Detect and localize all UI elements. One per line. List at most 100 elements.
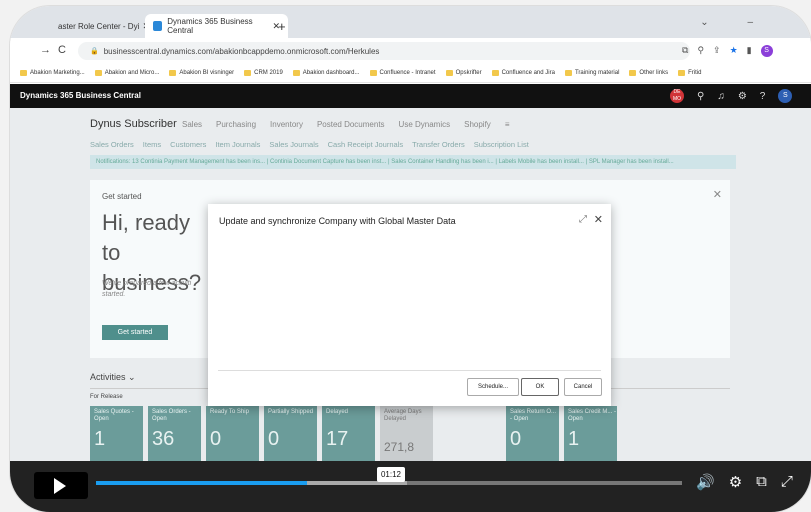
nav-item[interactable]: Sales [182, 120, 202, 129]
cue-tile[interactable]: Ready To Ship 0 [206, 406, 259, 468]
sidepanel-icon[interactable]: ▮ [747, 45, 752, 57]
activities-heading[interactable]: Activities ⌄ [90, 372, 136, 383]
bookmark-label: Abakion dashboard... [302, 70, 360, 76]
time-tooltip: 01:12 [376, 467, 405, 482]
tile-value: 271,8 [384, 440, 415, 454]
app-bar-icons: DE MO ⚲ ♫ ⚙ ? S [670, 89, 793, 103]
profile-avatar[interactable]: S [760, 45, 773, 57]
nav-item[interactable]: Shopify [464, 120, 491, 129]
address-actions: ⧉ ⚲ ⇪ ★ ▮ S [682, 45, 773, 57]
subnav-item[interactable]: Transfer Orders [412, 140, 465, 149]
browser-tab-inactive[interactable]: aster Role Center - Dyi ✕ [50, 14, 158, 38]
tile-value: 36 [152, 428, 175, 450]
subnav-item[interactable]: Sales Journals [269, 140, 318, 149]
bell-icon[interactable]: ♫ [717, 91, 725, 102]
tile-label: Sales Credit M... - Open [568, 409, 617, 422]
nav-item[interactable]: Use Dynamics [399, 120, 451, 129]
bookmark-label: Opskrifter [455, 70, 482, 76]
folder-icon [169, 70, 177, 76]
subnav-item[interactable]: Sales Orders [90, 140, 134, 149]
reload-icon[interactable]: C [58, 44, 66, 56]
tab-label: Dynamics 365 Business Central [167, 17, 253, 35]
get-started-button[interactable]: Get started [102, 325, 168, 340]
sub-navigation: Sales Orders Items Customers Item Journa… [90, 140, 529, 149]
share-icon[interactable]: ⇪ [713, 45, 721, 57]
environment-badge[interactable]: DE MO [670, 89, 684, 103]
notification-bar[interactable]: Notifications: 13 Continia Payment Manag… [90, 155, 736, 169]
tile-value: 1 [568, 428, 580, 450]
address-bar-row: → C 🔒 businesscentral.dynamics.com/abaki… [10, 38, 811, 64]
screen-icon[interactable]: ⧉ [682, 45, 688, 57]
dialog-title: Update and synchronize Company with Glob… [219, 216, 456, 226]
bookmark[interactable]: Other links [629, 70, 668, 76]
subnav-item[interactable]: Customers [170, 140, 206, 149]
help-icon[interactable]: ? [760, 91, 766, 102]
folder-icon [94, 70, 102, 76]
folder-icon [491, 70, 499, 76]
bookmark[interactable]: Abakion and Micro... [94, 70, 159, 76]
company-name[interactable]: Dynus Subscriber [90, 118, 177, 130]
bookmark[interactable]: Abakion BI visninger [169, 70, 234, 76]
ok-button[interactable]: OK [521, 378, 559, 396]
tile-label: Sales Orders - Open [152, 409, 191, 422]
cue-tile[interactable]: Sales Orders - Open 36 [148, 406, 201, 468]
bookmarks-bar: Abakion Marketing... Abakion and Micro..… [10, 64, 811, 83]
d365-favicon-icon [153, 21, 163, 31]
window-controls[interactable]: ⌄ – [700, 17, 771, 28]
bookmark[interactable]: Confluence - Intranet [369, 70, 436, 76]
play-icon [54, 478, 66, 494]
pip-icon[interactable]: ⧉ [756, 473, 767, 491]
star-icon[interactable]: ★ [730, 45, 738, 57]
nav-item[interactable]: Purchasing [216, 120, 256, 129]
url-field[interactable]: 🔒 businesscentral.dynamics.com/abakionbc… [78, 42, 690, 60]
progress-bar[interactable]: 01:12 [96, 467, 682, 485]
fullscreen-icon[interactable]: ⤢ [781, 473, 793, 491]
bookmark-label: CRM 2019 [254, 70, 283, 76]
folder-icon [678, 70, 686, 76]
activity-tiles: Sales Quotes - Open 1 Sales Orders - Open… [90, 406, 617, 468]
banner-description: We've prepared a few activiti started. [102, 280, 192, 298]
gear-icon[interactable]: ⚙ [738, 91, 747, 102]
schedule-button[interactable]: Schedule... [467, 378, 519, 396]
settings-icon[interactable]: ⚙ [729, 473, 742, 491]
play-button[interactable] [34, 472, 88, 499]
cue-tile[interactable]: Sales Return O... - Open 0 [506, 406, 559, 468]
cue-tile[interactable]: Sales Credit M... - Open 1 [564, 406, 617, 468]
lock-icon: 🔒 [90, 48, 99, 55]
bookmark[interactable]: Fritid [678, 70, 701, 76]
new-tab-icon[interactable]: + [278, 19, 286, 34]
subnav-item[interactable]: Cash Receipt Journals [328, 140, 403, 149]
cue-tile[interactable]: Partially Shipped 0 [264, 406, 317, 468]
bookmark-label: Abakion Marketing... [30, 70, 85, 76]
subnav-item[interactable]: Subscription List [474, 140, 529, 149]
bookmark[interactable]: Opskrifter [445, 70, 482, 76]
nav-item[interactable]: Inventory [270, 120, 303, 129]
volume-icon[interactable]: 🔊 [696, 473, 715, 491]
tile-label: Ready To Ship [210, 409, 249, 415]
tile-value: 0 [510, 428, 522, 450]
user-avatar[interactable]: S [778, 89, 793, 103]
close-icon[interactable]: ✕ [594, 213, 603, 226]
browser-tab-active[interactable]: Dynamics 365 Business Central ✕ [145, 14, 288, 38]
subnav-item[interactable]: Item Journals [215, 140, 260, 149]
bookmark[interactable]: CRM 2019 [244, 70, 283, 76]
bookmark[interactable]: Training material [564, 70, 619, 76]
expand-icon[interactable]: ⤢ [579, 214, 587, 225]
bookmark[interactable]: Confluence and Jira [491, 70, 555, 76]
cancel-button[interactable]: Cancel [564, 378, 602, 396]
cue-tile[interactable]: Average Days Delayed 271,8 [380, 406, 433, 468]
forward-icon[interactable]: → [40, 44, 51, 56]
nav-item[interactable]: Posted Documents [317, 120, 385, 129]
close-icon[interactable]: ✕ [713, 188, 722, 201]
menu-icon[interactable]: ≡ [505, 120, 510, 129]
bookmark[interactable]: Abakion dashboard... [292, 70, 360, 76]
folder-icon [629, 70, 637, 76]
cue-tile[interactable]: Delayed 17 [322, 406, 375, 468]
cue-tile[interactable]: Sales Quotes - Open 1 [90, 406, 143, 468]
folder-icon [20, 70, 27, 76]
bookmark[interactable]: Abakion Marketing... [20, 70, 85, 76]
zoom-icon[interactable]: ⚲ [697, 45, 704, 57]
search-icon[interactable]: ⚲ [697, 91, 704, 102]
for-release-label: For Release [90, 394, 123, 400]
subnav-item[interactable]: Items [143, 140, 161, 149]
